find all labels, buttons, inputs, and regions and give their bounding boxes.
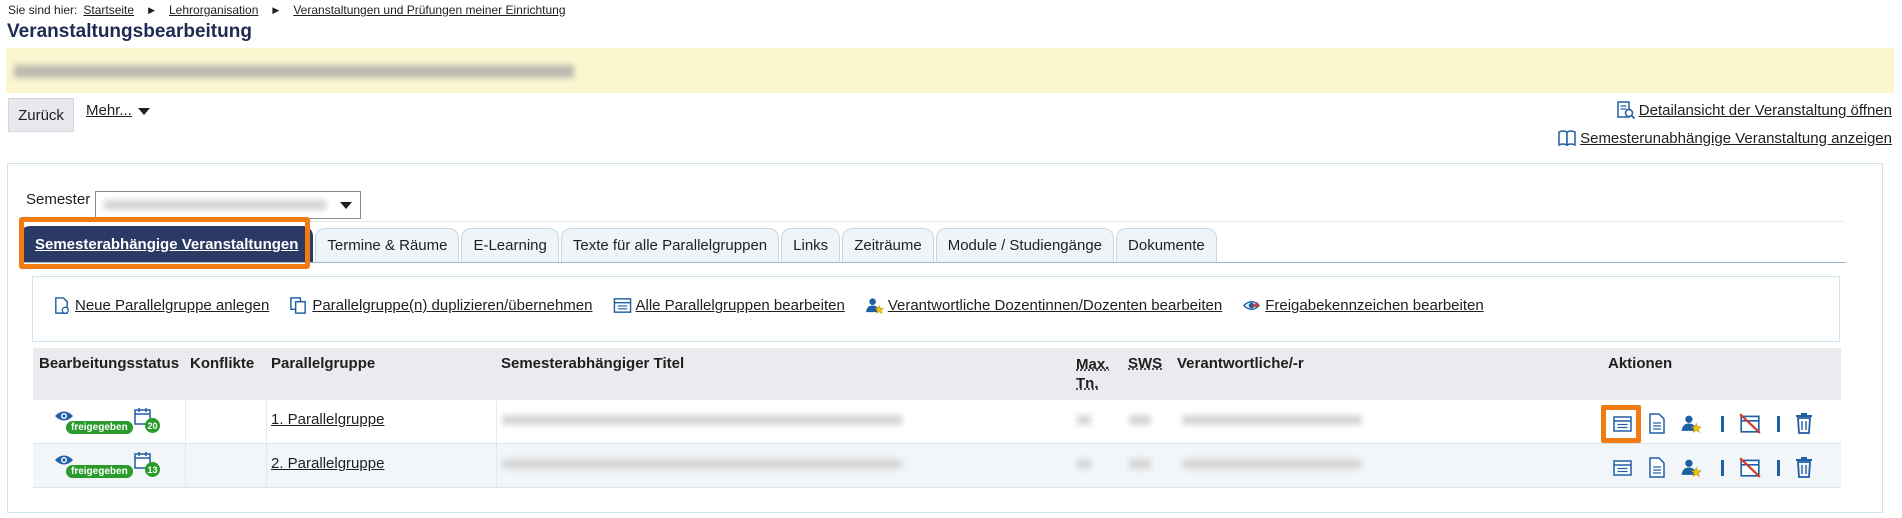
breadcrumb: Sie sind hier: Startseite ▶ Lehrorganisa… (8, 3, 566, 17)
tab-periods[interactable]: Zeiträume (842, 228, 934, 262)
responsible-label: Verantwortliche Dozentinnen/Dozenten bea… (887, 297, 1223, 314)
trash-icon[interactable] (1795, 456, 1813, 478)
document-icon[interactable] (1648, 413, 1666, 434)
appointment-count-badge: 13 (145, 462, 160, 477)
document-icon[interactable] (1648, 457, 1666, 478)
breadcrumb-item-startseite[interactable]: Startseite (83, 3, 134, 17)
semester-selector: Semester (26, 179, 362, 219)
edit-group-icon[interactable] (1612, 458, 1633, 478)
info-banner (6, 48, 1894, 93)
divider (310, 221, 1844, 222)
trash-icon[interactable] (1795, 412, 1813, 434)
calendar-off-icon[interactable] (1739, 412, 1761, 434)
user-star-icon (865, 298, 884, 315)
header-max-line1: Max. (1076, 356, 1110, 373)
group-link[interactable]: 1. Parallelgruppe (271, 411, 384, 428)
redacted-sws (1129, 415, 1151, 425)
more-label: Mehr... (86, 102, 132, 119)
tab-e-learning[interactable]: E-Learning (461, 228, 559, 262)
new-group-action[interactable]: Neue Parallelgruppe anlegen (52, 296, 269, 315)
header-status: Bearbeitungsstatus (39, 355, 180, 372)
redacted-responsible (1182, 415, 1362, 425)
status-badge: freigegeben (66, 465, 133, 478)
column-divider (496, 400, 497, 488)
tab-modules[interactable]: Module / Studiengänge (935, 228, 1115, 262)
new-group-label: Neue Parallelgruppe anlegen (75, 297, 270, 314)
independent-course-label: Semesterunabhängige Veranstaltung anzeig… (1580, 129, 1892, 147)
group-actions: Neue Parallelgruppe anlegen Parallelgrup… (52, 296, 1484, 315)
chevron-right-icon: ▶ (148, 4, 155, 15)
tab-dates-rooms[interactable]: Termine & Räume (315, 228, 460, 262)
separator (1721, 460, 1724, 476)
redacted-text (14, 65, 574, 78)
semester-label: Semester (26, 190, 91, 208)
tab-texts[interactable]: Texte für alle Parallelgruppen (560, 228, 780, 262)
header-conflicts: Konflikte (190, 355, 255, 372)
chevron-down-icon (340, 202, 353, 209)
independent-course-link[interactable]: Semesterunabhängige Veranstaltung anzeig… (1557, 128, 1892, 148)
semester-select[interactable] (95, 191, 362, 219)
redacted-title (502, 459, 902, 469)
breadcrumb-item-lehrorganisation[interactable]: Lehrorganisation (169, 3, 258, 17)
appointment-count-badge: 20 (145, 418, 160, 433)
copy-icon (290, 297, 307, 314)
header-responsible: Verantwortliche/-r (1177, 355, 1304, 372)
chevron-right-icon: ▶ (272, 4, 280, 15)
breadcrumb-item-veranstaltungen[interactable]: Veranstaltungen und Prüfungen meiner Ein… (293, 3, 565, 17)
detail-view-link[interactable]: Detailansicht der Veranstaltung öffnen (1616, 100, 1892, 120)
new-document-icon (55, 297, 69, 314)
separator (1777, 460, 1780, 476)
edit-all-action[interactable]: Alle Parallelgruppen bearbeiten (613, 296, 845, 315)
tab-links[interactable]: Links (781, 228, 841, 262)
duplicate-action[interactable]: Parallelgruppe(n) duplizieren/übernehmen (289, 296, 593, 315)
header-actions: Aktionen (1608, 355, 1673, 372)
user-star-icon[interactable] (1680, 413, 1702, 434)
breadcrumb-prefix: Sie sind hier: (8, 3, 78, 17)
highlight-frame (19, 217, 310, 269)
page-title: Veranstaltungsbearbeitung (7, 21, 252, 42)
release-label: Freigabekennzeichen bearbeiten (1265, 297, 1484, 314)
header-max-line2: Tn. (1076, 375, 1099, 392)
header-max-participants: Max. Tn. (1076, 355, 1109, 393)
user-star-icon[interactable] (1680, 457, 1702, 478)
redacted-title (502, 415, 902, 425)
group-link[interactable]: 2. Parallelgruppe (271, 455, 384, 472)
header-group: Parallelgruppe (271, 355, 376, 372)
detail-view-icon (1617, 101, 1635, 120)
calendar-off-icon[interactable] (1739, 456, 1761, 478)
header-sws: SWS (1128, 355, 1163, 372)
highlight-frame (1601, 405, 1641, 443)
separator (1777, 416, 1780, 432)
redacted-max (1077, 459, 1091, 469)
redacted-sws (1129, 459, 1151, 469)
duplicate-label: Parallelgruppe(n) duplizieren/übernehmen (312, 297, 593, 314)
edit-all-label: Alle Parallelgruppen bearbeiten (635, 297, 845, 314)
book-icon (1558, 130, 1576, 147)
tab-documents[interactable]: Dokumente (1116, 228, 1217, 262)
redacted-responsible (1182, 459, 1362, 469)
redacted-max (1077, 415, 1091, 425)
more-menu-button[interactable]: Mehr... (86, 102, 150, 119)
status-badge: freigegeben (66, 421, 133, 434)
column-divider (185, 400, 186, 488)
back-button[interactable]: Zurück (8, 98, 74, 132)
release-flag-icon (1243, 300, 1261, 311)
responsible-action[interactable]: Verantwortliche Dozentinnen/Dozenten bea… (865, 296, 1222, 315)
redacted-semester-value (104, 200, 327, 210)
separator (1721, 416, 1724, 432)
column-divider (266, 400, 267, 488)
list-edit-icon (613, 298, 631, 313)
chevron-down-icon (137, 108, 150, 115)
detail-view-label: Detailansicht der Veranstaltung öffnen (1638, 101, 1892, 119)
header-title: Semesterabhängiger Titel (501, 355, 685, 372)
release-action[interactable]: Freigabekennzeichen bearbeiten (1242, 296, 1484, 315)
